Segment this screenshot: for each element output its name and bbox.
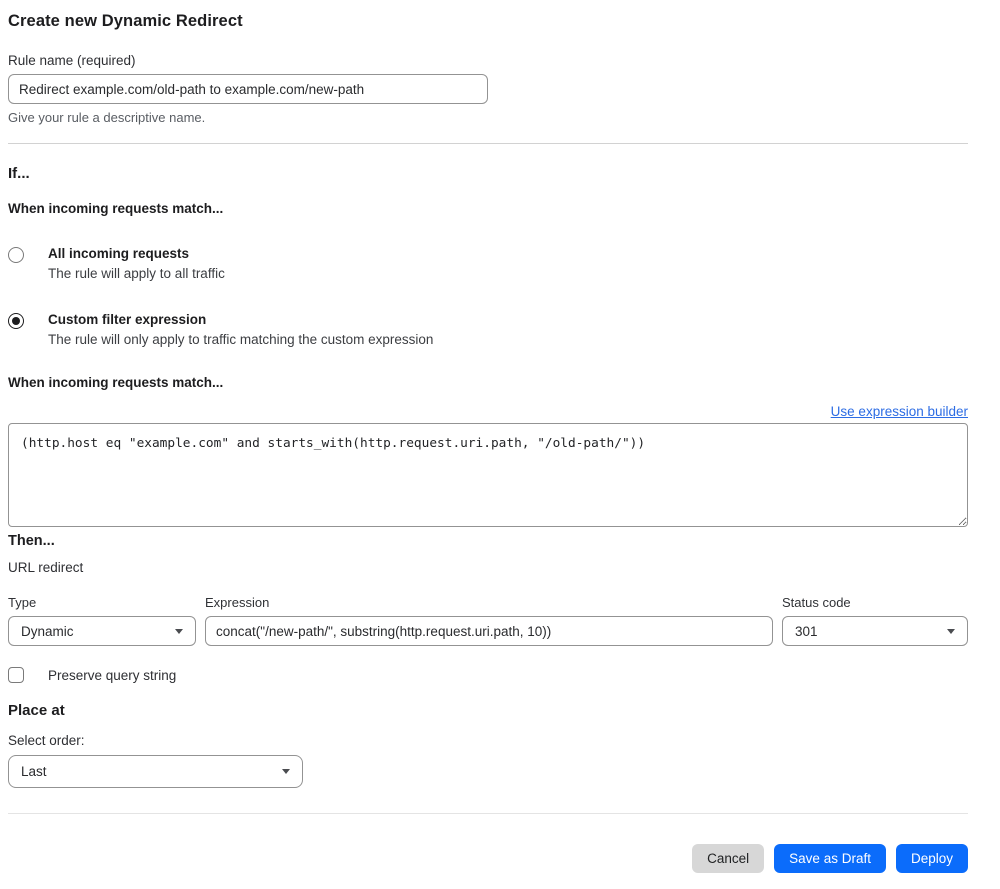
chevron-down-icon <box>282 769 290 774</box>
footer-divider <box>8 813 968 814</box>
checkbox-icon[interactable] <box>8 667 24 683</box>
radio-label[interactable]: All incoming requests <box>48 246 225 261</box>
radio-button-icon[interactable] <box>8 313 24 329</box>
chevron-down-icon <box>947 628 955 634</box>
deploy-button[interactable]: Deploy <box>895 844 968 873</box>
use-expression-builder-link[interactable]: Use expression builder <box>831 404 968 419</box>
place-at-heading: Place at <box>8 702 65 719</box>
then-heading: Then... <box>8 533 55 549</box>
save-as-draft-button[interactable]: Save as Draft <box>774 844 886 873</box>
status-code-select[interactable]: 301 <box>782 616 968 646</box>
filter-expression-textarea[interactable]: (http.host eq "example.com" and starts_w… <box>8 423 968 527</box>
create-redirect-form: Create new Dynamic Redirect Rule name (r… <box>0 0 1000 873</box>
order-select-value: Last <box>21 764 47 779</box>
rule-name-label: Rule name (required) <box>8 53 136 68</box>
expression-label: Expression <box>205 595 270 610</box>
radio-description: The rule will only apply to traffic matc… <box>48 332 434 347</box>
rule-name-input[interactable] <box>8 74 488 104</box>
url-redirect-label: URL redirect <box>8 560 84 575</box>
if-heading: If... <box>8 165 30 182</box>
page-title: Create new Dynamic Redirect <box>8 12 243 30</box>
radio-option-custom-filter[interactable]: Custom filter expression The rule will o… <box>8 312 968 347</box>
type-label: Type <box>8 595 37 610</box>
radio-option-all-requests[interactable]: All incoming requests The rule will appl… <box>8 246 968 281</box>
expression-heading: When incoming requests match... <box>8 375 224 390</box>
status-code-select-value: 301 <box>795 623 818 639</box>
radio-description: The rule will apply to all traffic <box>48 266 225 281</box>
section-divider <box>8 143 968 144</box>
cancel-button[interactable]: Cancel <box>692 844 765 873</box>
rule-name-help: Give your rule a descriptive name. <box>8 110 206 125</box>
preserve-query-string-label[interactable]: Preserve query string <box>48 668 176 683</box>
type-select-value: Dynamic <box>21 623 74 639</box>
select-order-label: Select order: <box>8 733 85 748</box>
order-select[interactable]: Last <box>8 755 303 788</box>
radio-label[interactable]: Custom filter expression <box>48 312 433 327</box>
type-select[interactable]: Dynamic <box>8 616 196 646</box>
match-heading: When incoming requests match... <box>8 201 224 216</box>
status-code-label: Status code <box>782 595 851 610</box>
redirect-expression-input[interactable] <box>205 616 773 646</box>
chevron-down-icon <box>175 628 183 634</box>
radio-button-icon[interactable] <box>8 247 24 263</box>
preserve-query-string-row[interactable]: Preserve query string <box>8 667 968 683</box>
